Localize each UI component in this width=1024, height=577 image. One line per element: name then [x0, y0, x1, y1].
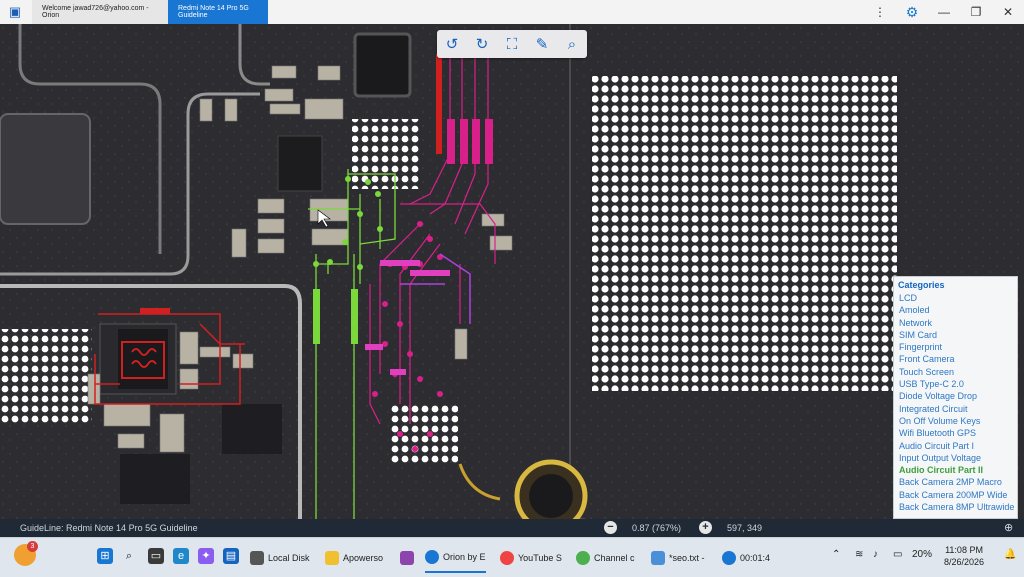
taskbar-app-channel[interactable]: Channel c [576, 542, 635, 573]
recorder-icon [722, 550, 736, 565]
status-bar: GuideLine: Redmi Note 14 Pro 5G Guidelin… [0, 519, 1024, 537]
category-item[interactable]: Front Camera [894, 353, 1017, 365]
category-item[interactable]: Network [894, 317, 1017, 329]
category-item[interactable]: SIM Card [894, 329, 1017, 341]
recorder-icon [400, 550, 414, 565]
minimize-icon[interactable]: — [928, 5, 960, 19]
battery-icon[interactable]: ▭ [893, 549, 902, 560]
orion-icon [425, 549, 439, 564]
maximize-icon[interactable]: ❐ [960, 5, 992, 19]
category-item[interactable]: Input Output Voltage [894, 452, 1017, 464]
categories-panel: Categories LCD Amoled Network SIM Card F… [893, 276, 1018, 519]
category-item[interactable]: Integrated Circuit [894, 403, 1017, 415]
app-menu-icon[interactable]: ▣ [0, 0, 30, 24]
more-options-icon[interactable]: ⋮ [864, 5, 896, 19]
pcb-board-image [0, 24, 1024, 519]
taskbar-app-recorder[interactable] [400, 542, 418, 573]
draw-tool-icon[interactable]: ✎ [527, 30, 557, 58]
notepad-icon [651, 550, 665, 565]
category-item[interactable]: Audio Circuit Part I [894, 440, 1017, 452]
taskbar-app-local-disk[interactable]: Local Disk [250, 542, 310, 573]
fit-screen-icon[interactable]: ⛶ [497, 30, 527, 58]
category-item[interactable]: Back Camera 8MP Ultrawide [894, 501, 1017, 513]
taskbar-app-label: 00:01:4 [740, 552, 771, 563]
taskbar: 3 ⊞ ⌕ ▭ e ✦ ▤ Local Disk Apowerso Orion … [0, 537, 1024, 577]
category-item[interactable]: Amoled [894, 304, 1017, 316]
taskbar-app-label: Local Disk [268, 552, 310, 563]
taskbar-app-timer[interactable]: 00:01:4 [722, 542, 770, 573]
category-item[interactable]: Wifi Bluetooth GPS [894, 427, 1017, 439]
taskbar-app-label: Orion by E [443, 551, 486, 562]
zoom-level: 0.87 (767%) [632, 523, 682, 533]
tab-guideline[interactable]: Redmi Note 14 Pro 5G Guideline [168, 0, 268, 24]
category-item[interactable]: USB Type-C 2.0 [894, 378, 1017, 390]
taskbar-app-apowersoft[interactable]: Apowerso [325, 542, 383, 573]
store-icon[interactable]: ▤ [223, 548, 239, 564]
tab-welcome[interactable]: Welcome jawad726@yahoo.com - Orion [32, 0, 168, 24]
search-taskbar-icon[interactable]: ⌕ [121, 548, 137, 564]
clock-time: 11:08 PM [945, 545, 983, 555]
title-bar: ▣ Welcome jawad726@yahoo.com - Orion Red… [0, 0, 1024, 25]
chrome-icon [576, 550, 590, 565]
notification-badge: 3 [27, 541, 38, 552]
guideline-title: GuideLine: Redmi Note 14 Pro 5G Guidelin… [20, 523, 198, 533]
task-view-icon[interactable]: ▭ [148, 548, 164, 564]
category-item[interactable]: Diode Voltage Drop [894, 390, 1017, 402]
chrome-icon [500, 550, 514, 565]
rotate-right-icon[interactable]: ↻ [467, 30, 497, 58]
tab-welcome-label: Welcome jawad726@yahoo.com - Orion [42, 5, 149, 19]
copilot-icon[interactable]: ✦ [198, 548, 214, 564]
category-item[interactable]: LCD [894, 292, 1017, 304]
category-item[interactable]: Touch Screen [894, 366, 1017, 378]
category-item[interactable]: Fingerprint [894, 341, 1017, 353]
gear-icon[interactable]: ⚙ [896, 4, 928, 21]
clock-date: 8/26/2026 [944, 557, 985, 567]
drive-icon [250, 550, 264, 565]
cursor-coordinates: 597, 349 [727, 523, 763, 533]
schematic-viewer[interactable]: ↺ ↻ ⛶ ✎ ⌕ Categories LCD Amoled Network … [0, 24, 1024, 519]
taskbar-app-label: YouTube S [518, 552, 562, 563]
volume-icon[interactable]: ♪ [873, 549, 878, 560]
taskbar-app-youtube[interactable]: YouTube S [500, 542, 562, 573]
category-item[interactable]: Back Camera 200MP Wide [894, 489, 1017, 501]
taskbar-app-label: Apowerso [343, 552, 384, 563]
search-icon[interactable]: ⌕ [557, 30, 587, 58]
tab-guideline-label: Redmi Note 14 Pro 5G Guideline [178, 5, 249, 19]
view-toolbar: ↺ ↻ ⛶ ✎ ⌕ [437, 30, 587, 58]
close-icon[interactable]: ✕ [992, 5, 1024, 19]
folder-icon [325, 550, 339, 565]
edge-icon[interactable]: e [173, 548, 189, 564]
rotate-left-icon[interactable]: ↺ [437, 30, 467, 58]
start-icon[interactable]: ⊞ [97, 548, 113, 564]
taskbar-app-notepad[interactable]: *seo.txt - [651, 542, 705, 573]
taskbar-app-label: Channel c [594, 552, 635, 563]
category-item-active[interactable]: Audio Circuit Part II [894, 464, 1017, 476]
categories-title: Categories [898, 280, 945, 290]
notifications-icon[interactable]: 🔔 [1004, 549, 1016, 560]
taskbar-app-label: *seo.txt - [669, 552, 705, 563]
clock[interactable]: 11:08 PM 8/26/2026 [944, 544, 984, 568]
battery-percent: 20% [912, 549, 933, 560]
category-item[interactable]: Back Camera 2MP Macro [894, 476, 1017, 488]
chevron-up-icon[interactable]: ⌃ [832, 549, 840, 560]
globe-icon[interactable]: ⊕ [1004, 521, 1013, 534]
zoom-out-icon[interactable]: − [604, 521, 617, 534]
taskbar-app-orion[interactable]: Orion by E [425, 542, 486, 573]
zoom-in-icon[interactable]: + [699, 521, 712, 534]
wifi-icon[interactable]: ≋ [855, 549, 863, 560]
category-item[interactable]: On Off Volume Keys [894, 415, 1017, 427]
